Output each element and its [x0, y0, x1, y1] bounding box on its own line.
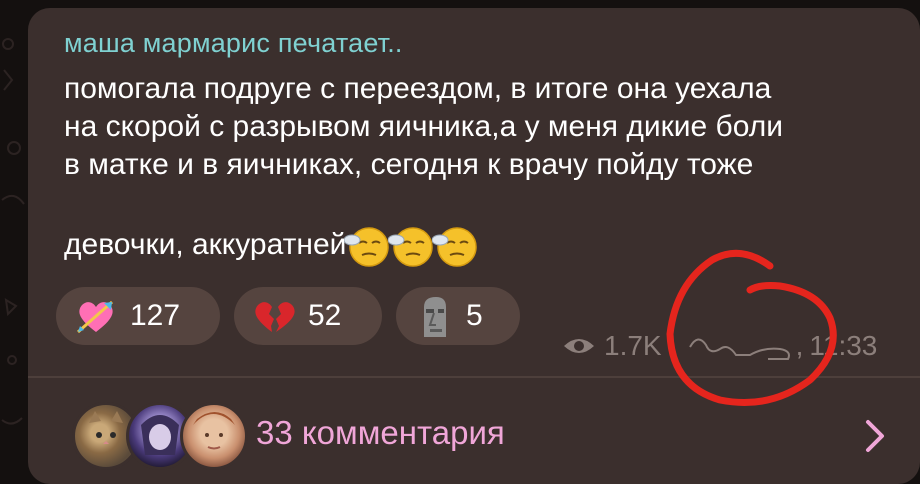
- eye-icon: [564, 339, 594, 353]
- author-signature-doodle: [688, 338, 790, 360]
- message-line: помогала подруге с переездом, в итоге он…: [64, 72, 772, 105]
- message-meta: 1.7K , 11:33: [562, 330, 877, 362]
- face-exhaling-emoji: [344, 227, 390, 267]
- author-typing-status: маша мармарис печатает..: [64, 28, 403, 58]
- message-last-line: девочки, аккуратней: [64, 222, 894, 268]
- comments-divider: [28, 376, 920, 378]
- message-line: девочки, аккуратней: [64, 228, 347, 261]
- reaction-count: 52: [308, 299, 342, 332]
- commenter-avatars[interactable]: [72, 402, 248, 470]
- message-text: помогала подруге с переездом, в итоге он…: [64, 70, 894, 268]
- message-line: на скорой с разрывом яичника,а у меня ди…: [64, 110, 784, 143]
- views-count: 1.7K: [604, 330, 662, 361]
- heart-with-arrow-icon: [77, 300, 113, 334]
- message-line: в матке и в яичниках, сегодня к врачу по…: [64, 148, 754, 181]
- broken-heart-icon: [255, 302, 295, 332]
- reaction-heart-with-arrow[interactable]: 127: [56, 287, 220, 345]
- chevron-right-icon[interactable]: [860, 418, 890, 454]
- reaction-count: 5: [466, 299, 483, 332]
- reaction-count: 127: [130, 299, 181, 332]
- message-time: 11:33: [809, 330, 878, 361]
- moai-icon: [424, 297, 446, 337]
- face-exhaling-emoji: [388, 227, 434, 267]
- comments-link[interactable]: 33 комментария: [256, 414, 505, 452]
- portrait-avatar: [180, 402, 248, 470]
- meta-separator: ,: [795, 330, 804, 361]
- reaction-broken-heart[interactable]: 52: [234, 287, 382, 345]
- reaction-moai[interactable]: 5: [396, 287, 520, 345]
- face-exhaling-emoji: [432, 227, 478, 267]
